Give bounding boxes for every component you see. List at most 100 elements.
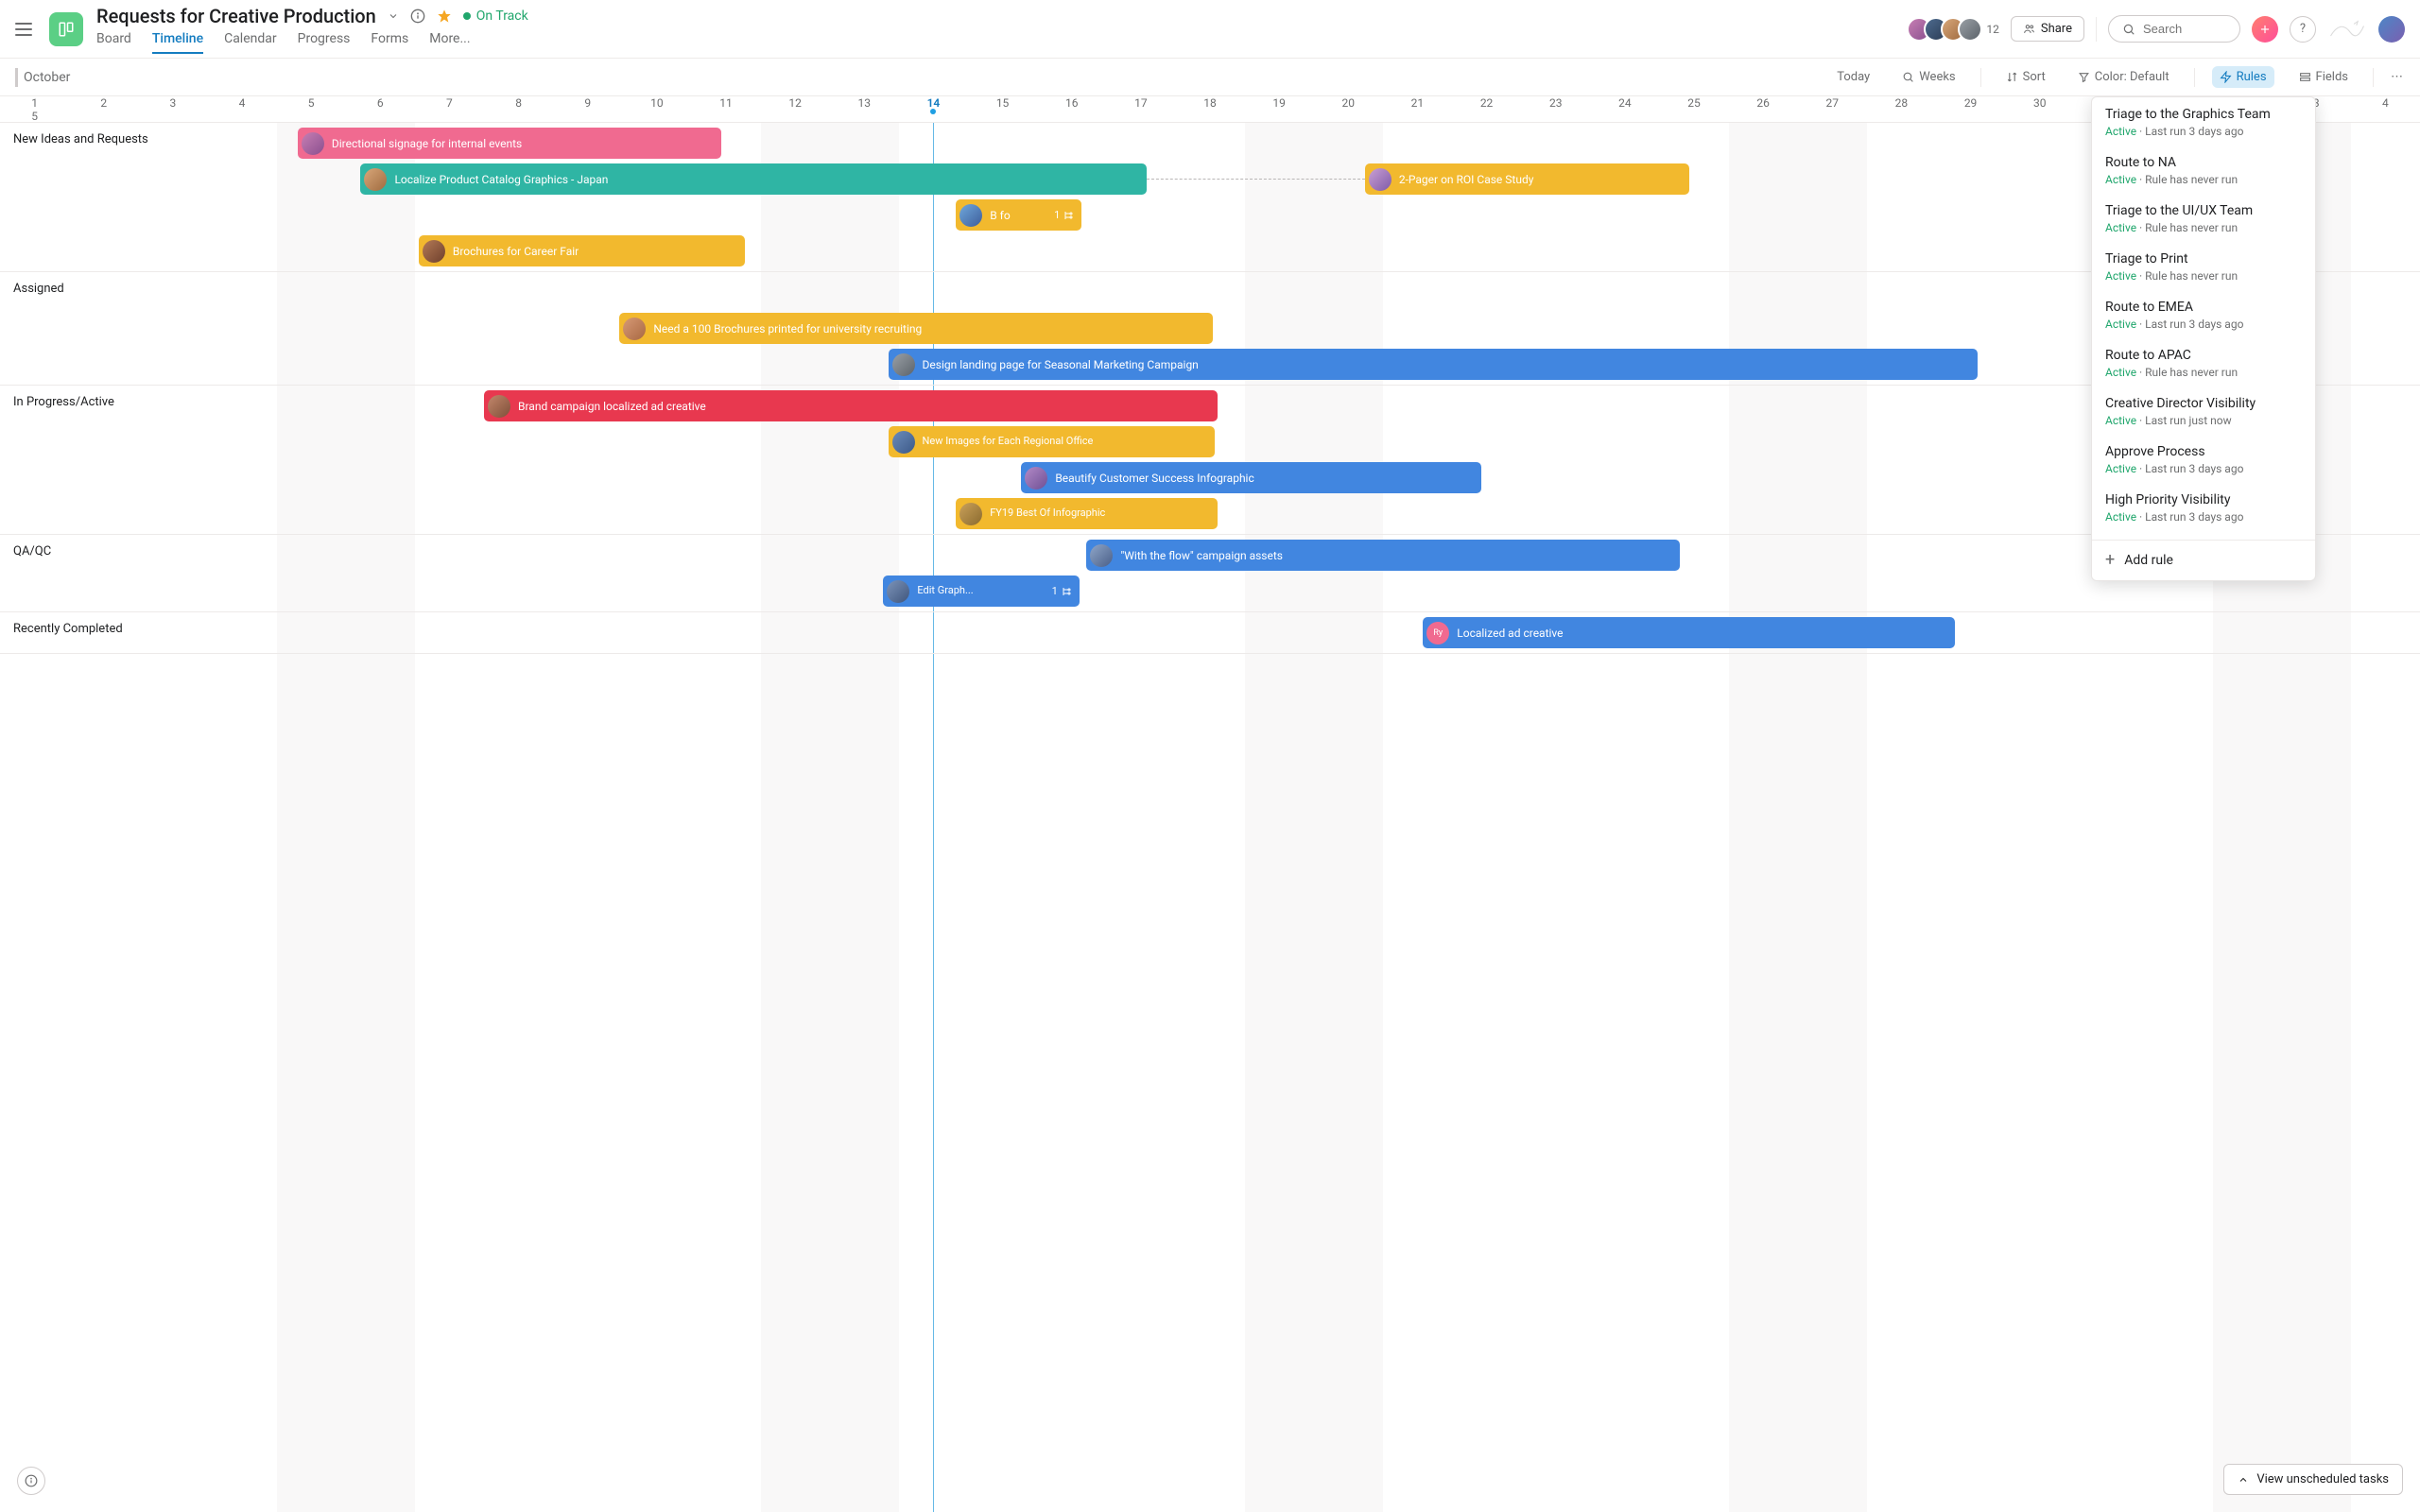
task-title: Brochures for Career Fair [453,245,579,258]
date-cell: 8 [484,96,553,110]
project-title: Requests for Creative Production [96,5,376,27]
task-bar[interactable]: Design landing page for Seasonal Marketi… [889,349,1978,380]
search-box[interactable] [2108,15,2240,43]
help-button[interactable]: ? [2290,16,2316,43]
rule-item[interactable]: Creative Director VisibilityActive · Las… [2092,387,2315,435]
tab-board[interactable]: Board [96,31,131,54]
fields-icon [2299,71,2311,83]
task-bar[interactable]: 2-Pager on ROI Case Study [1365,163,1689,195]
rule-item[interactable]: Route to EMEAActive · Last run 3 days ag… [2092,290,2315,338]
task-row [0,277,2420,308]
task-bar[interactable]: B fo1 [956,199,1081,231]
date-cell: 28 [1867,96,1936,110]
rule-item[interactable]: Route to NAActive · Rule has never run [2092,146,2315,194]
task-bar[interactable]: Directional signage for internal events [298,128,721,159]
task-bar[interactable]: Brand campaign localized ad creative [484,390,1218,421]
color-button[interactable]: Color: Default [2070,66,2177,88]
task-bar[interactable]: Localize Product Catalog Graphics - Japa… [360,163,1147,195]
more-actions[interactable]: ⋯ [2391,70,2405,84]
favorite-star-icon[interactable] [437,9,452,24]
project-members[interactable]: 12 [1907,17,1999,42]
date-cell: 2 [69,96,138,110]
share-button[interactable]: Share [2011,16,2084,42]
rule-item[interactable]: Approve ProcessActive · Last run 3 days … [2092,435,2315,483]
project-menu-caret[interactable] [388,10,399,22]
status-dot-icon [463,12,471,20]
task-bar[interactable]: "With the flow" campaign assets [1086,540,1679,571]
tab-progress[interactable]: Progress [298,31,351,54]
project-status[interactable]: On Track [463,9,528,24]
task-title: B fo [990,209,1010,222]
task-row: B fo1 [0,199,2420,231]
task-title: Localize Product Catalog Graphics - Japa… [394,173,608,186]
org-logo [2327,15,2367,43]
rule-meta: Active · Last run 3 days ago [2105,510,2302,524]
unscheduled-button[interactable]: View unscheduled tasks [2223,1464,2403,1495]
global-add-button[interactable] [2252,16,2278,43]
rule-item[interactable]: Route to APACActive · Rule has never run [2092,338,2315,387]
rules-button[interactable]: Rules [2212,66,2274,88]
rule-title: Route to NA [2105,155,2302,170]
date-cell: 20 [1314,96,1383,110]
task-row: FY19 Best Of Infographic [0,498,2420,529]
assignee-avatar [887,580,909,603]
timeline-section: QA/QC"With the flow" campaign assetsEdit… [0,535,2420,612]
date-cell: 13 [830,96,899,110]
tab-calendar[interactable]: Calendar [224,31,277,54]
date-cell: 1 [0,96,69,110]
task-bar[interactable]: Brochures for Career Fair [419,235,746,266]
assignee-avatar [623,318,646,340]
search-input[interactable] [2143,22,2219,36]
project-icon[interactable] [49,12,83,46]
share-label: Share [2041,22,2072,36]
task-bar[interactable]: Beautify Customer Success Infographic [1021,462,1480,493]
add-rule-button[interactable]: + Add rule [2092,540,2315,580]
tab-more[interactable]: More... [429,31,470,54]
zoom-weeks[interactable]: Weeks [1894,66,1962,88]
rule-item[interactable]: Triage to PrintActive · Rule has never r… [2092,242,2315,290]
timeline-toolbar: October Today Weeks Sort Color: Default … [0,59,2420,96]
unscheduled-label: View unscheduled tasks [2256,1472,2389,1486]
task-title: Edit Graph... [917,585,973,597]
search-icon [2122,23,2135,36]
info-float-button[interactable] [17,1467,45,1495]
project-header: Requests for Creative Production On Trac… [96,5,528,54]
date-cell: 5 [0,110,69,123]
fields-button[interactable]: Fields [2291,66,2356,88]
today-button[interactable]: Today [1829,66,1877,88]
rule-meta: Active · Rule has never run [2105,366,2302,379]
date-cell: 9 [553,96,622,110]
rule-item[interactable]: Triage to the UI/UX TeamActive · Rule ha… [2092,194,2315,242]
task-row: Brand campaign localized ad creative [0,390,2420,421]
sort-button[interactable]: Sort [1998,66,2053,88]
rule-title: Triage to Print [2105,251,2302,266]
task-title: Beautify Customer Success Infographic [1055,472,1253,485]
date-cell: 23 [1521,96,1590,110]
tab-timeline[interactable]: Timeline [152,31,203,54]
task-title: 2-Pager on ROI Case Study [1399,173,1534,186]
subtask-count: 1 [1046,585,1072,597]
task-bar[interactable]: Edit Graph... 1 [883,576,1079,607]
task-bar[interactable]: RyLocalized ad creative [1423,617,1955,648]
user-avatar[interactable] [2378,16,2405,43]
task-row: Need a 100 Brochures printed for univers… [0,313,2420,344]
plus-icon: + [2105,552,2115,569]
task-bar[interactable]: Need a 100 Brochures printed for univers… [619,313,1212,344]
project-info-icon[interactable] [410,9,425,24]
task-row: "With the flow" campaign assets [0,540,2420,571]
rule-title: Triage to the Graphics Team [2105,107,2302,122]
task-bar[interactable]: New Images for Each Regional Office [889,426,1216,457]
rule-item[interactable]: High Priority VisibilityActive · Last ru… [2092,483,2315,531]
tab-forms[interactable]: Forms [371,31,408,54]
task-title: FY19 Best Of Infographic [990,507,1105,520]
rule-item[interactable]: Triage to the Graphics TeamActive · Last… [2092,97,2315,146]
task-bar[interactable]: FY19 Best Of Infographic [956,498,1217,529]
assignee-avatar [423,240,445,263]
people-icon [2023,23,2035,35]
rule-item[interactable]: Move to In ProgressActive [2092,531,2315,540]
chevron-up-icon [2238,1474,2249,1486]
menu-toggle[interactable] [15,23,32,36]
date-cell: 25 [1659,96,1728,110]
assignee-avatar [959,503,982,525]
month-label: October [15,68,70,87]
